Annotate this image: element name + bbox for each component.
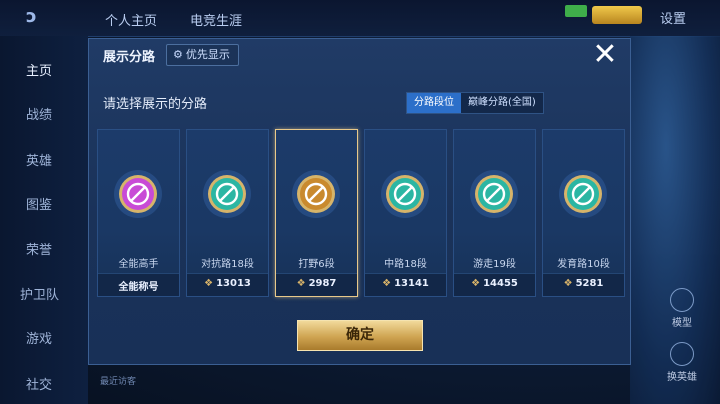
select-prompt: 请选择展示的分路 xyxy=(103,97,208,112)
lane-card-value: ❖ 14455 xyxy=(454,278,535,289)
lane-card[interactable]: 打野6段 ❖ 2987 xyxy=(275,129,358,297)
rank-points-icon: ❖ xyxy=(382,278,392,289)
lane-card-footer: ❖ 13013 xyxy=(187,273,268,296)
lane-card-name: 全能高手 xyxy=(118,259,159,270)
lane-card[interactable]: 中路18段 ❖ 13141 xyxy=(364,129,447,297)
back-icon[interactable]: ↄ xyxy=(26,6,62,28)
lane-card-value: ❖ 5281 xyxy=(543,278,624,289)
dialog-title: 展示分路 xyxy=(103,50,156,65)
model-label: 模型 xyxy=(672,318,692,329)
jungle-badge-icon xyxy=(291,169,341,219)
tab-esports-career[interactable]: 电竞生涯 xyxy=(190,10,242,29)
rank-points-icon: ❖ xyxy=(296,278,306,289)
lane-card-value-text: 13013 xyxy=(216,278,251,289)
lane-card-value: ❖ 13141 xyxy=(365,278,446,289)
close-icon[interactable]: ✕ xyxy=(590,40,620,71)
lane-card-footer: ❖ 14455 xyxy=(454,273,535,296)
lane-card[interactable]: 全能高手 全能称号 xyxy=(97,129,180,297)
roam-badge-icon xyxy=(469,169,519,219)
sidebar-item-games[interactable]: 游戏 xyxy=(0,328,88,347)
gear-icon: ⚙ xyxy=(173,48,183,61)
lane-card-value: ❖ 2987 xyxy=(276,278,357,289)
tab-peak-lane[interactable]: 巅峰分路(全国) xyxy=(461,93,543,113)
display-lane-dialog: 展示分路 ⚙ 优先显示 ✕ 请选择展示的分路 分路段位 巅峰分路(全国) 全能高手… xyxy=(88,38,631,365)
priority-display-button[interactable]: ⚙ 优先显示 xyxy=(166,44,239,66)
sidebar-item-guard[interactable]: 护卫队 xyxy=(0,284,88,303)
rank-points-icon: ❖ xyxy=(563,278,573,289)
rank-points-icon: ❖ xyxy=(471,278,481,289)
lane-card-value: 全能称号 xyxy=(98,278,179,293)
lane-card-name: 游走19段 xyxy=(473,259,516,270)
recent-visitors[interactable]: 最近访客 xyxy=(100,374,136,387)
lane-card-value-text: 14455 xyxy=(483,278,518,289)
tab-personal-home[interactable]: 个人主页 xyxy=(105,10,157,29)
lane-card-footer: 全能称号 xyxy=(98,273,179,296)
sidebar-item-social[interactable]: 社交 xyxy=(0,374,88,393)
battery-icon xyxy=(565,5,587,17)
lane-card-name: 发育路10段 xyxy=(557,259,610,270)
sidebar-item-honor[interactable]: 荣誉 xyxy=(0,239,88,258)
tab-lane-rank[interactable]: 分路段位 xyxy=(407,93,461,113)
ranking-toggle: 分路段位 巅峰分路(全国) xyxy=(406,92,544,114)
model-icon xyxy=(670,288,694,312)
sidebar-item-home[interactable]: 主页 xyxy=(0,60,88,79)
sidebar-item-gallery[interactable]: 图鉴 xyxy=(0,194,88,213)
dialog-header: 展示分路 ⚙ 优先显示 ✕ xyxy=(89,39,630,71)
lane-card-value-text: 全能称号 xyxy=(118,282,159,293)
top-bar: ↄ 个人主页 电竞生涯 设置 xyxy=(0,0,720,37)
lane-card[interactable]: 对抗路18段 ❖ 13013 xyxy=(186,129,269,297)
lane-card-footer: ❖ 2987 xyxy=(276,273,357,296)
model-button[interactable]: 模型 xyxy=(662,288,702,329)
lane-card-name: 对抗路18段 xyxy=(201,259,254,270)
lane-card-value: ❖ 13013 xyxy=(187,278,268,289)
vip-badge xyxy=(592,6,642,24)
lane-card-value-text: 2987 xyxy=(308,278,337,289)
rank-points-icon: ❖ xyxy=(204,278,214,289)
clash-lane-badge-icon xyxy=(202,169,252,219)
sidebar-item-heroes[interactable]: 英雄 xyxy=(0,150,88,169)
lane-card-name: 中路18段 xyxy=(384,259,427,270)
settings-link[interactable]: 设置 xyxy=(660,8,686,27)
swap-hero-button[interactable]: 换英雄 xyxy=(662,342,702,383)
swap-hero-label: 换英雄 xyxy=(667,372,697,383)
lane-card-value-text: 5281 xyxy=(575,278,604,289)
swap-hero-icon xyxy=(670,342,694,366)
sidebar-item-record[interactable]: 战绩 xyxy=(0,104,88,123)
lane-card[interactable]: 游走19段 ❖ 14455 xyxy=(453,129,536,297)
lane-card-name: 打野6段 xyxy=(298,259,335,270)
lane-card-value-text: 13141 xyxy=(394,278,429,289)
priority-display-label: 优先显示 xyxy=(185,48,230,61)
mid-lane-badge-icon xyxy=(380,169,430,219)
lane-card-footer: ❖ 5281 xyxy=(543,273,624,296)
farm-lane-badge-icon xyxy=(558,169,608,219)
hero-backdrop: 模型 换英雄 xyxy=(630,36,720,404)
lane-card-footer: ❖ 13141 xyxy=(365,273,446,296)
confirm-button[interactable]: 确定 xyxy=(297,320,423,351)
lane-card[interactable]: 发育路10段 ❖ 5281 xyxy=(542,129,625,297)
lane-card-list: 全能高手 全能称号 对抗路18段 ❖ 13013 打野6段 ❖ 2987 中路18段 ❖ 13141… xyxy=(97,129,625,297)
sidebar: 主页 战绩 英雄 图鉴 荣誉 护卫队 游戏 社交 xyxy=(0,36,88,404)
all-round-badge-icon xyxy=(113,169,163,219)
